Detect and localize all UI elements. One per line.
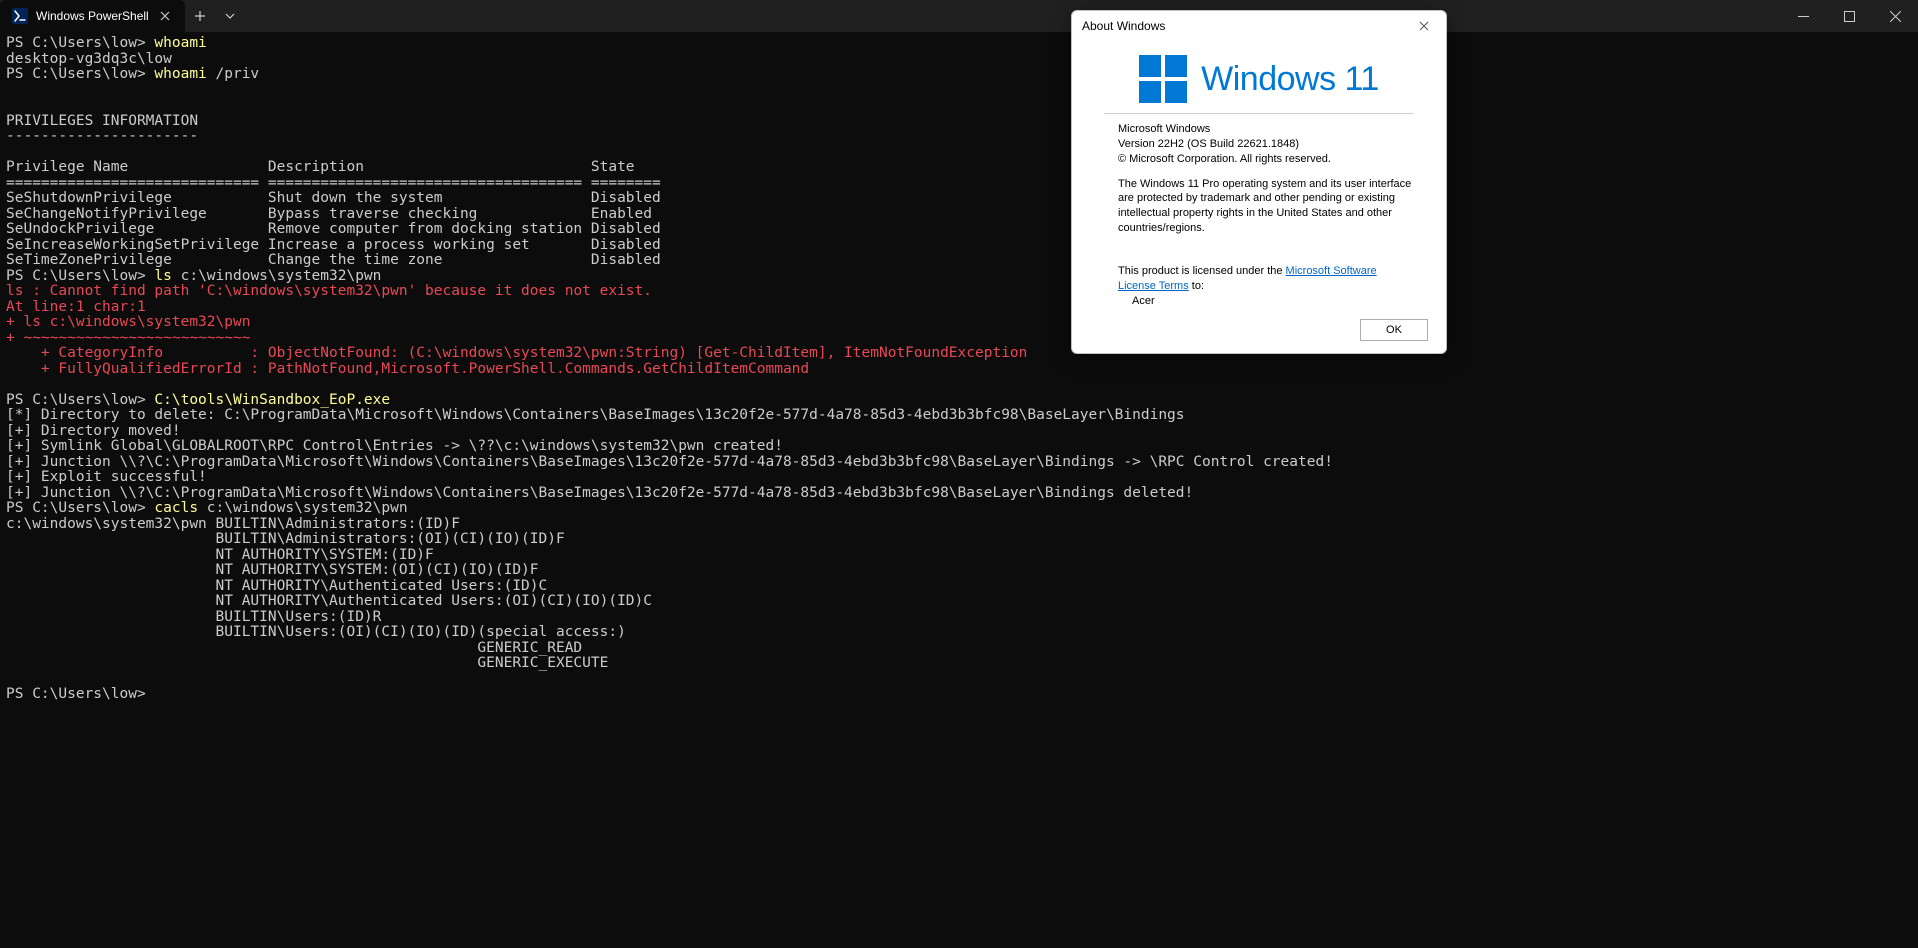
command: whoami xyxy=(154,66,215,82)
version-block: Microsoft Windows Version 22H2 (OS Build… xyxy=(1118,122,1414,167)
dialog-footer: OK xyxy=(1360,319,1428,341)
dialog-titlebar[interactable]: About Windows xyxy=(1072,11,1446,41)
error-line: + ls c:\windows\system32\pwn xyxy=(6,314,250,330)
ok-button[interactable]: OK xyxy=(1360,319,1428,341)
terminal-tab[interactable]: Windows PowerShell xyxy=(0,0,185,32)
license-block: This product is licensed under the Micro… xyxy=(1118,264,1414,309)
output-line: NT AUTHORITY\SYSTEM:(ID)F xyxy=(6,547,434,563)
close-tab-button[interactable] xyxy=(157,8,173,24)
command: C:\tools\WinSandbox_EoP.exe xyxy=(154,392,390,408)
output-line: [+] Directory moved! xyxy=(6,423,181,439)
command-arg: c:\windows\system32\pwn xyxy=(207,500,408,516)
dialog-title: About Windows xyxy=(1082,19,1406,33)
output-line: desktop-vg3dq3c\low xyxy=(6,51,172,67)
output-line: BUILTIN\Administrators:(OI)(CI)(IO)(ID)F xyxy=(6,531,565,547)
window-close-button[interactable] xyxy=(1872,0,1918,32)
about-windows-dialog: About Windows Windows 11 Microsoft Windo… xyxy=(1071,10,1447,354)
error-line: + CategoryInfo : ObjectNotFound: (C:\win… xyxy=(6,345,1027,361)
output-line: PRIVILEGES INFORMATION xyxy=(6,113,198,129)
powershell-icon xyxy=(12,8,28,24)
prompt: PS C:\Users\low> xyxy=(6,392,154,408)
prompt: PS C:\Users\low> xyxy=(6,35,154,51)
minimize-button[interactable] xyxy=(1780,0,1826,32)
output-line: SeShutdownPrivilege Shut down the system… xyxy=(6,190,661,206)
dialog-close-button[interactable] xyxy=(1406,12,1442,40)
output-line: SeUndockPrivilege Remove computer from d… xyxy=(6,221,661,237)
command-arg: c:\windows\system32\pwn xyxy=(181,268,382,284)
output-line: BUILTIN\Users:(OI)(CI)(IO)(ID)(special a… xyxy=(6,624,626,640)
window-caption-controls xyxy=(1780,0,1918,32)
prompt: PS C:\Users\low> xyxy=(6,66,154,82)
output-line: NT AUTHORITY\SYSTEM:(OI)(CI)(IO)(ID)F xyxy=(6,562,539,578)
command: ls xyxy=(154,268,180,284)
output-line: [+] Exploit successful! xyxy=(6,469,207,485)
titlebar: Windows PowerShell xyxy=(0,0,1918,32)
legal-text: The Windows 11 Pro operating system and … xyxy=(1118,177,1414,236)
product-name: Microsoft Windows xyxy=(1118,122,1414,137)
prompt: PS C:\Users\low> xyxy=(6,686,146,702)
windows-wordmark: Windows 11 xyxy=(1201,60,1379,99)
new-tab-button[interactable] xyxy=(185,0,215,32)
error-line: + ~~~~~~~~~~~~~~~~~~~~~~~~~~ xyxy=(6,330,250,346)
license-post: to: xyxy=(1189,280,1204,292)
licensed-to: Acer xyxy=(1132,294,1414,309)
output-line: ============================= ==========… xyxy=(6,175,661,191)
license-pre: This product is licensed under the xyxy=(1118,265,1286,277)
prompt: PS C:\Users\low> xyxy=(6,500,154,516)
tab-dropdown-button[interactable] xyxy=(215,0,245,32)
command: cacls xyxy=(154,500,206,516)
output-line: SeChangeNotifyPrivilege Bypass traverse … xyxy=(6,206,652,222)
maximize-button[interactable] xyxy=(1826,0,1872,32)
windows-logo-icon xyxy=(1139,55,1187,103)
prompt: PS C:\Users\low> xyxy=(6,268,154,284)
error-line: + FullyQualifiedErrorId : PathNotFound,M… xyxy=(6,361,809,377)
copyright-line: © Microsoft Corporation. All rights rese… xyxy=(1118,152,1414,167)
dialog-separator xyxy=(1104,113,1414,114)
output-line: [+] Symlink Global\GLOBALROOT\RPC Contro… xyxy=(6,438,783,454)
output-line: SeTimeZonePrivilege Change the time zone… xyxy=(6,252,661,268)
output-line: [+] Junction \\?\C:\ProgramData\Microsof… xyxy=(6,485,1193,501)
output-line: [*] Directory to delete: C:\ProgramData\… xyxy=(6,407,1185,423)
error-line: ls : Cannot find path 'C:\windows\system… xyxy=(6,283,652,299)
error-line: At line:1 char:1 xyxy=(6,299,146,315)
output-line: NT AUTHORITY\Authenticated Users:(ID)C xyxy=(6,578,547,594)
output-line: GENERIC_EXECUTE xyxy=(6,655,608,671)
dialog-body: Windows 11 Microsoft Windows Version 22H… xyxy=(1072,41,1446,330)
tab-title: Windows PowerShell xyxy=(36,9,149,23)
output-line: BUILTIN\Users:(ID)R xyxy=(6,609,381,625)
command-arg: /priv xyxy=(216,66,260,82)
output-line: Privilege Name Description State xyxy=(6,159,635,175)
output-line: SeIncreaseWorkingSetPrivilege Increase a… xyxy=(6,237,661,253)
output-line: ---------------------- xyxy=(6,128,198,144)
windows-logo-row: Windows 11 xyxy=(1104,55,1414,103)
command: whoami xyxy=(154,35,206,51)
terminal-output[interactable]: PS C:\Users\low> whoami desktop-vg3dq3c\… xyxy=(0,32,1918,948)
version-line: Version 22H2 (OS Build 22621.1848) xyxy=(1118,137,1414,152)
output-line: c:\windows\system32\pwn BUILTIN\Administ… xyxy=(6,516,460,532)
output-line: GENERIC_READ xyxy=(6,640,582,656)
output-line: NT AUTHORITY\Authenticated Users:(OI)(CI… xyxy=(6,593,652,609)
output-line: [+] Junction \\?\C:\ProgramData\Microsof… xyxy=(6,454,1333,470)
